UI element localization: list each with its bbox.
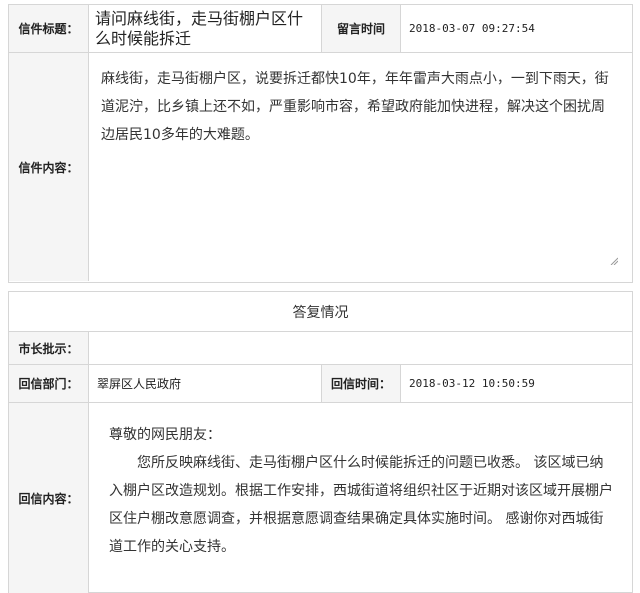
letter-title: 请问麻线街，走马街棚户区什么时候能拆迁	[95, 8, 304, 48]
letter-content-textarea[interactable]: 麻线街，走马街棚户区，说要拆迁都快10年，年年雷声大雨点小，一到下雨天，街道泥泞…	[89, 53, 632, 281]
reply-content-label: 回信内容：	[9, 403, 89, 593]
mayor-label: 市长批示：	[9, 332, 89, 364]
reply-table: 答复情况 市长批示： 回信部门： 翠屏区人民政府 回信时间： 2018-03-1…	[8, 291, 633, 593]
reply-dept-label: 回信部门：	[9, 365, 89, 402]
letter-table: 信件标题： 请问麻线街，走马街棚户区什么时候能拆迁 留言时间 2018-03-0…	[8, 4, 633, 283]
letter-content-label: 信件内容：	[9, 53, 89, 281]
resize-grip-icon[interactable]	[610, 257, 618, 265]
letter-title-label: 信件标题：	[9, 5, 89, 52]
reply-section-title: 答复情况	[292, 304, 349, 321]
reply-body: 您所反映麻线街、走马街棚户区什么时候能拆迁的问题已收悉。 该区域已纳入棚户区改造…	[109, 455, 613, 555]
reply-header-row: 答复情况	[9, 292, 632, 332]
reply-time: 2018-03-12 10:50:59	[409, 377, 535, 390]
mayor-value	[89, 332, 632, 364]
reply-content: 尊敬的网民朋友： 您所反映麻线街、走马街棚户区什么时候能拆迁的问题已收悉。 该区…	[89, 403, 632, 593]
reply-time-label: 回信时间：	[321, 365, 401, 402]
letter-time: 2018-03-07 09:27:54	[409, 22, 535, 35]
reply-dept-row: 回信部门： 翠屏区人民政府 回信时间： 2018-03-12 10:50:59	[9, 365, 632, 403]
reply-dept: 翠屏区人民政府	[97, 377, 182, 391]
letter-time-label: 留言时间	[321, 5, 401, 52]
letter-content-row: 信件内容： 麻线街，走马街棚户区，说要拆迁都快10年，年年雷声大雨点小，一到下雨…	[9, 53, 632, 281]
mayor-row: 市长批示：	[9, 332, 632, 365]
letter-content-text: 麻线街，走马街棚户区，说要拆迁都快10年，年年雷声大雨点小，一到下雨天，街道泥泞…	[101, 71, 609, 143]
reply-content-row: 回信内容： 尊敬的网民朋友： 您所反映麻线街、走马街棚户区什么时候能拆迁的问题已…	[9, 403, 632, 593]
letter-title-row: 信件标题： 请问麻线街，走马街棚户区什么时候能拆迁 留言时间 2018-03-0…	[9, 5, 632, 53]
reply-greeting: 尊敬的网民朋友：	[109, 427, 221, 443]
